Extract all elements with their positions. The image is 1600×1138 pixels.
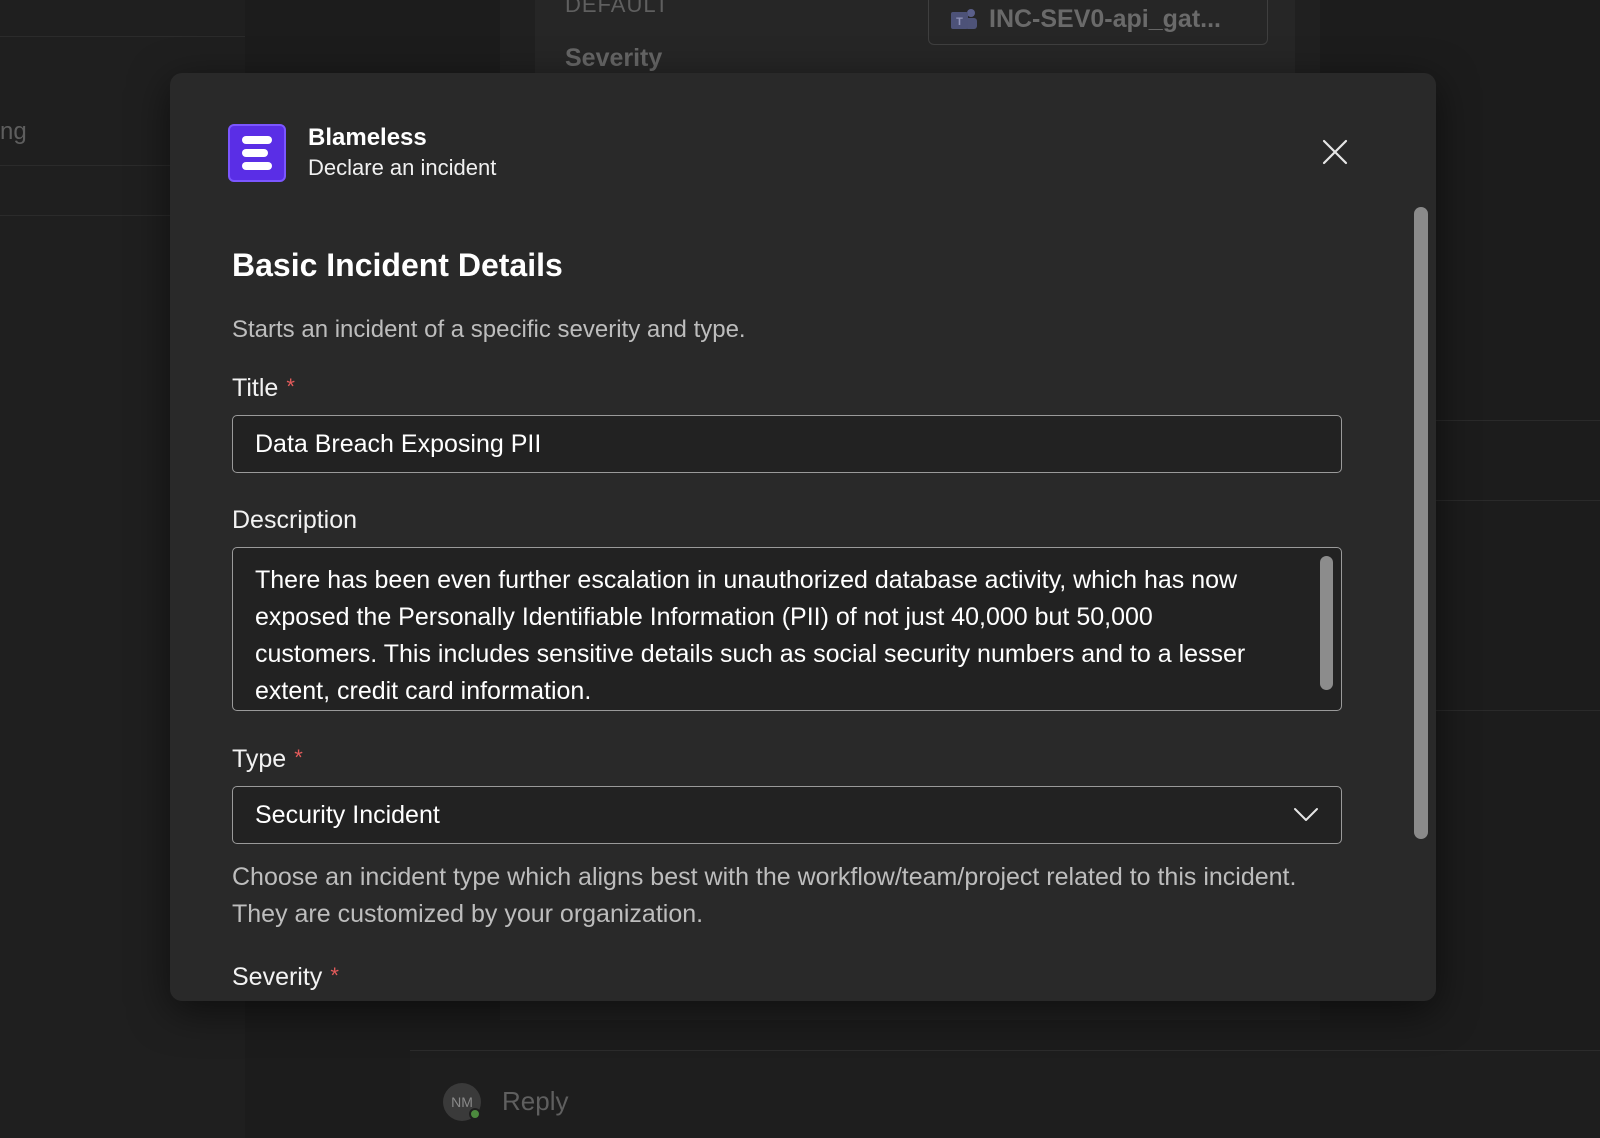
type-selected-value: Security Incident xyxy=(255,800,440,829)
required-marker: * xyxy=(294,745,303,770)
dialog-scrollbar[interactable] xyxy=(1414,207,1428,839)
title-input[interactable]: Data Breach Exposing PII xyxy=(232,415,1342,473)
severity-label: Severity * xyxy=(232,963,339,992)
app-subtitle: Declare an incident xyxy=(308,155,497,180)
severity-label-text: Severity xyxy=(232,963,323,991)
close-icon[interactable] xyxy=(1322,139,1348,165)
type-helper-text: Choose an incident type which aligns bes… xyxy=(232,863,1297,928)
dialog-header: Blameless Declare an incident xyxy=(228,123,496,183)
type-label: Type * xyxy=(232,745,303,774)
dialog-app-info: Blameless Declare an incident xyxy=(308,123,496,183)
description-textarea[interactable]: There has been even further escalation i… xyxy=(232,547,1342,711)
chevron-down-icon xyxy=(1294,808,1318,821)
description-label: Description xyxy=(232,506,358,534)
presence-indicator xyxy=(469,1108,481,1120)
description-value: There has been even further escalation i… xyxy=(255,566,1246,705)
description-scrollbar[interactable] xyxy=(1320,556,1333,690)
type-select[interactable]: Security Incident xyxy=(232,786,1342,844)
app-name: Blameless xyxy=(308,124,427,151)
title-label-text: Title xyxy=(232,374,279,402)
background-compose-bar xyxy=(410,1050,1600,1138)
background-divider xyxy=(0,36,245,37)
svg-text:T: T xyxy=(956,16,963,28)
background-channel-chip: T INC-SEV0-api_gat... xyxy=(928,0,1268,45)
teams-icon: T xyxy=(951,8,977,29)
background-card-label: DEFAULT xyxy=(565,0,670,17)
stack-icon xyxy=(242,136,272,170)
declare-incident-dialog: Blameless Declare an incident Basic Inci… xyxy=(170,73,1436,1001)
title-label: Title * xyxy=(232,374,295,403)
background-card-severity: Severity xyxy=(565,44,663,72)
section-description: Starts an incident of a specific severit… xyxy=(232,316,746,343)
app-window: ng DEFAULT Severity T INC-SEV0-api_gat..… xyxy=(0,0,1600,1138)
background-channel-name: INC-SEV0-api_gat... xyxy=(989,5,1221,33)
background-reply-label: Reply xyxy=(502,1086,569,1116)
blameless-logo-icon xyxy=(228,124,286,182)
background-left-text: ng xyxy=(0,118,27,145)
required-marker: * xyxy=(286,374,295,399)
type-label-text: Type xyxy=(232,745,287,773)
title-input-value: Data Breach Exposing PII xyxy=(255,429,542,458)
required-marker: * xyxy=(330,963,339,988)
section-title: Basic Incident Details xyxy=(232,247,563,283)
